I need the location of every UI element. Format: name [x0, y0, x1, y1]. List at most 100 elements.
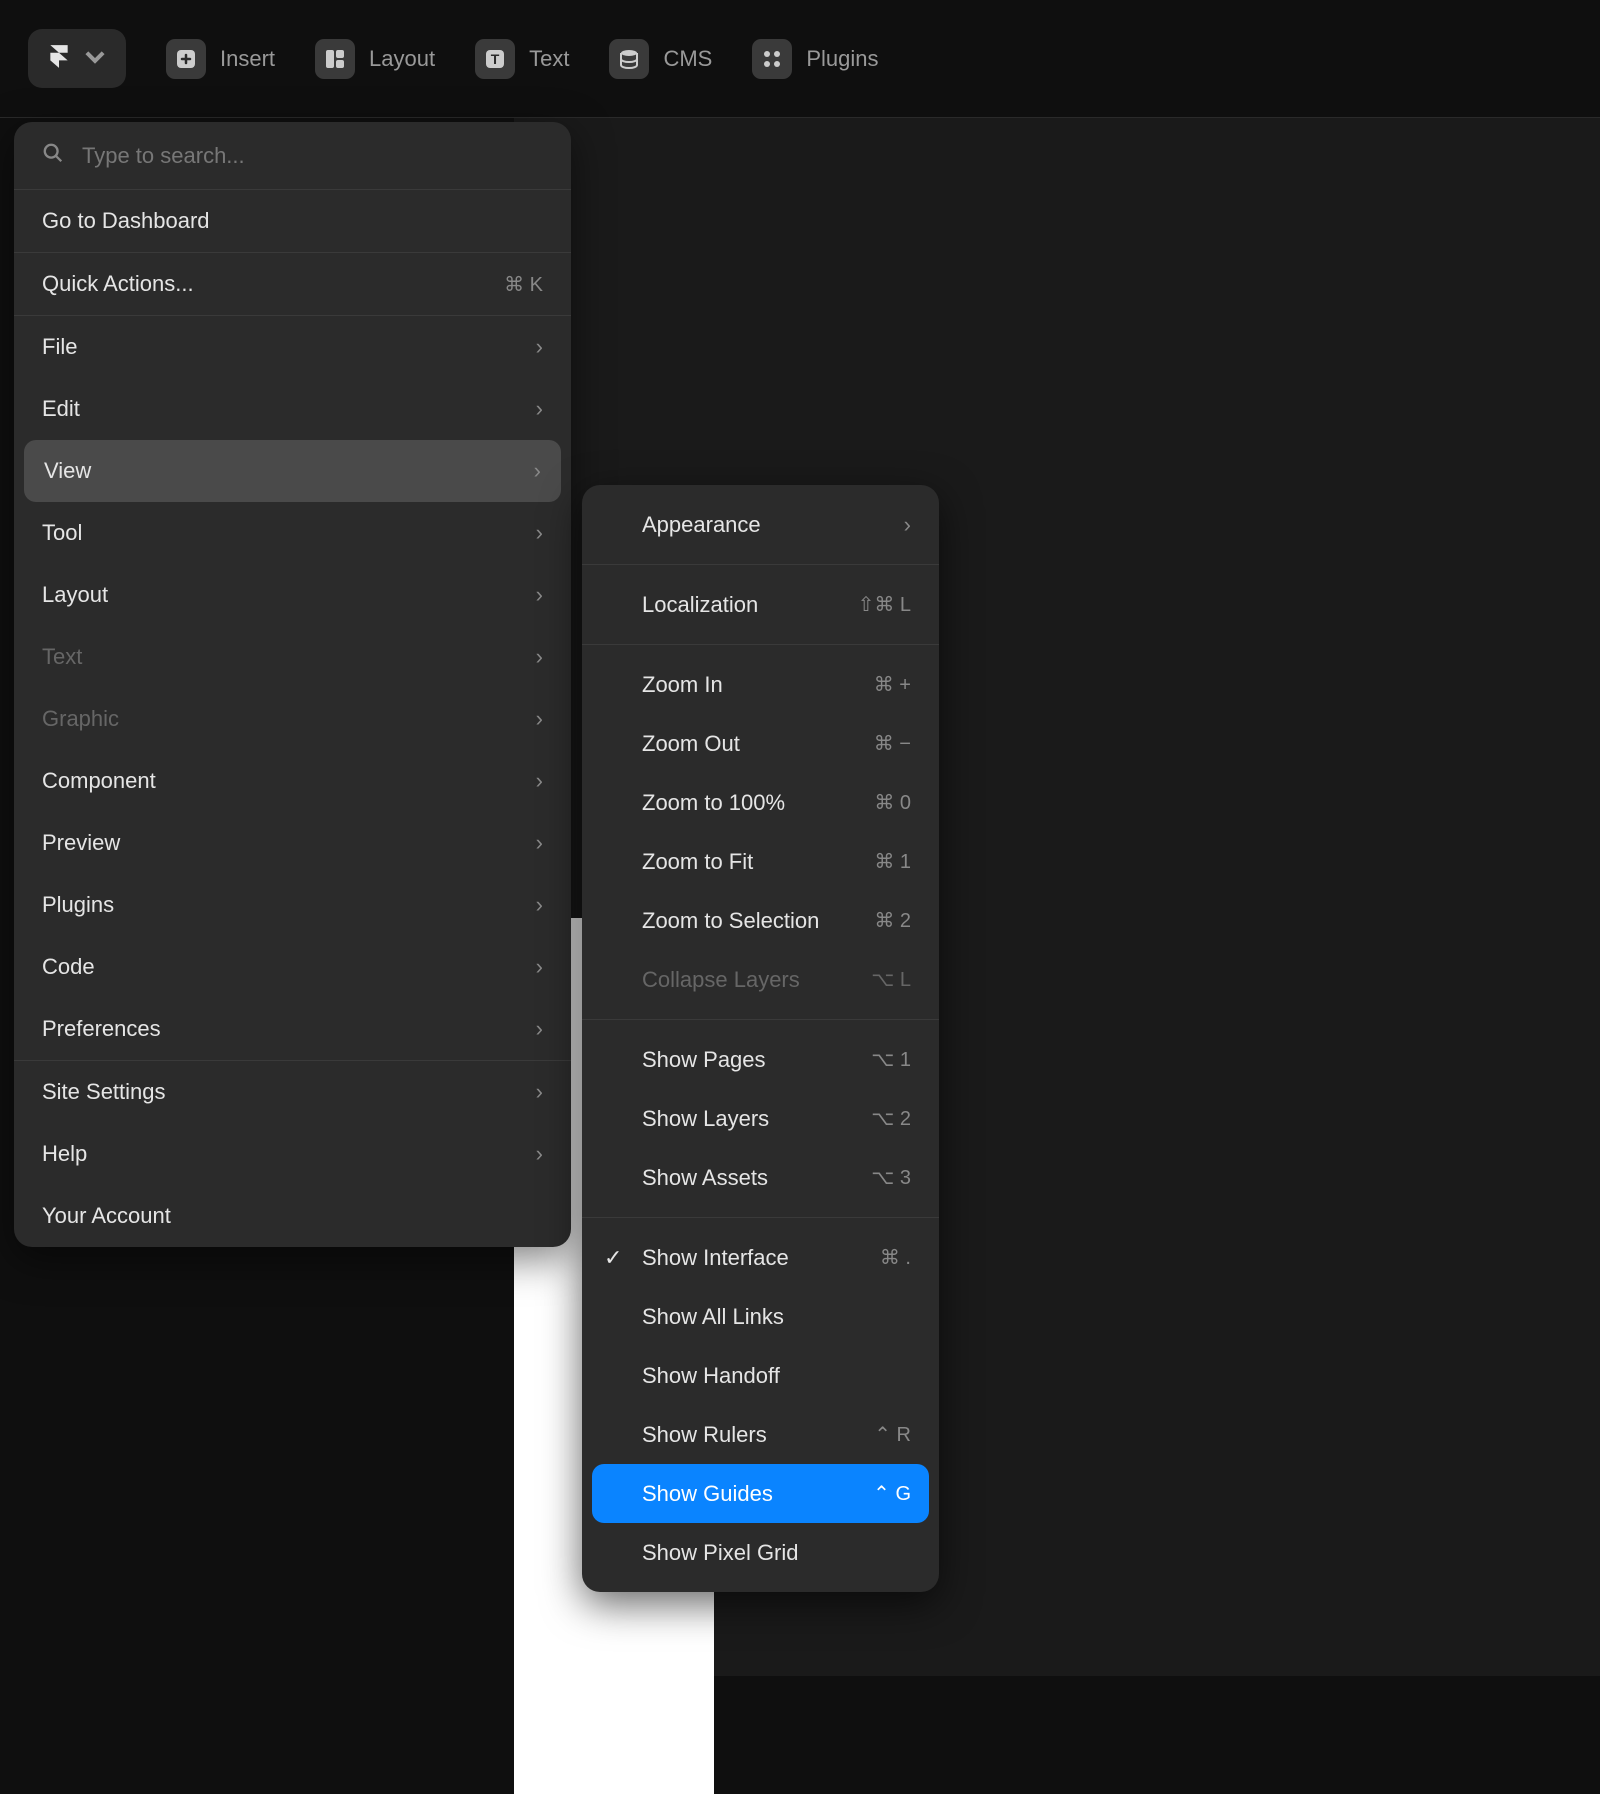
submenu-appearance-label: Appearance	[642, 512, 761, 538]
chevron-right-icon: ›	[536, 396, 543, 422]
submenu-show-assets-label: Show Assets	[642, 1165, 768, 1191]
search-icon	[42, 142, 64, 169]
menu-file[interactable]: File ›	[14, 316, 571, 378]
toolbar-insert[interactable]: Insert	[166, 39, 275, 79]
submenu-zoom-100-label: Zoom to 100%	[642, 790, 785, 816]
chevron-right-icon: ›	[536, 644, 543, 670]
toolbar-plugins[interactable]: Plugins	[752, 39, 878, 79]
submenu-localization[interactable]: Localization ⇧⌘ L	[582, 575, 939, 634]
chevron-right-icon: ›	[536, 1079, 543, 1105]
menu-help-label: Help	[42, 1141, 87, 1167]
submenu-collapse-layers: Collapse Layers ⌥ L	[582, 950, 939, 1009]
menu-plugins[interactable]: Plugins ›	[14, 874, 571, 936]
submenu-zoom-100[interactable]: Zoom to 100% ⌘ 0	[582, 773, 939, 832]
submenu-show-all-links-label: Show All Links	[642, 1304, 784, 1330]
menu-file-label: File	[42, 334, 77, 360]
submenu-show-layers-shortcut: ⌥ 2	[871, 1106, 911, 1131]
menu-site-settings-label: Site Settings	[42, 1079, 166, 1105]
menu-preview-label: Preview	[42, 830, 120, 856]
toolbar-layout[interactable]: Layout	[315, 39, 435, 79]
submenu-zoom-fit-shortcut: ⌘ 1	[874, 849, 911, 874]
menu-search[interactable]	[14, 122, 571, 190]
chevron-right-icon: ›	[534, 458, 541, 484]
menu-quick-actions[interactable]: Quick Actions... ⌘ K	[14, 253, 571, 315]
chevron-right-icon: ›	[536, 830, 543, 856]
submenu-zoom-out-label: Zoom Out	[642, 731, 740, 757]
menu-your-account-label: Your Account	[42, 1203, 171, 1229]
svg-text:T: T	[491, 51, 500, 67]
submenu-show-layers-label: Show Layers	[642, 1106, 769, 1132]
toolbar-cms[interactable]: CMS	[609, 39, 712, 79]
app-menu-button[interactable]	[28, 29, 126, 88]
menu-layout[interactable]: Layout ›	[14, 564, 571, 626]
menu-help[interactable]: Help ›	[14, 1123, 571, 1185]
submenu-zoom-selection-label: Zoom to Selection	[642, 908, 819, 934]
chevron-right-icon: ›	[536, 334, 543, 360]
submenu-zoom-fit[interactable]: Zoom to Fit ⌘ 1	[582, 832, 939, 891]
menu-tool-label: Tool	[42, 520, 82, 546]
toolbar-insert-label: Insert	[220, 46, 275, 72]
submenu-zoom-in-label: Zoom In	[642, 672, 723, 698]
submenu-show-assets-shortcut: ⌥ 3	[871, 1165, 911, 1190]
submenu-zoom-100-shortcut: ⌘ 0	[874, 790, 911, 815]
submenu-show-interface-shortcut: ⌘ .	[880, 1245, 911, 1270]
submenu-show-guides-shortcut: ⌃ G	[873, 1481, 911, 1506]
submenu-zoom-in[interactable]: Zoom In ⌘ +	[582, 655, 939, 714]
menu-graphic: Graphic ›	[14, 688, 571, 750]
search-input[interactable]	[82, 143, 543, 169]
chevron-right-icon: ›	[536, 768, 543, 794]
submenu-show-pixel-grid[interactable]: Show Pixel Grid	[582, 1523, 939, 1582]
menu-edit-label: Edit	[42, 396, 80, 422]
menu-preferences[interactable]: Preferences ›	[14, 998, 571, 1060]
menu-your-account[interactable]: Your Account	[14, 1185, 571, 1247]
menu-text: Text ›	[14, 626, 571, 688]
chevron-down-icon	[82, 43, 108, 74]
menu-tool[interactable]: Tool ›	[14, 502, 571, 564]
chevron-right-icon: ›	[536, 520, 543, 546]
menu-plugins-label: Plugins	[42, 892, 114, 918]
submenu-show-pages[interactable]: Show Pages ⌥ 1	[582, 1030, 939, 1089]
framer-logo-icon	[46, 43, 72, 74]
submenu-zoom-selection[interactable]: Zoom to Selection ⌘ 2	[582, 891, 939, 950]
chevron-right-icon: ›	[536, 892, 543, 918]
submenu-collapse-layers-label: Collapse Layers	[642, 967, 800, 993]
menu-quick-actions-shortcut: ⌘ K	[504, 272, 543, 297]
text-icon: T	[475, 39, 515, 79]
menu-quick-actions-label: Quick Actions...	[42, 271, 194, 297]
toolbar-text[interactable]: T Text	[475, 39, 569, 79]
submenu-show-pages-label: Show Pages	[642, 1047, 766, 1073]
submenu-zoom-selection-shortcut: ⌘ 2	[874, 908, 911, 933]
menu-component-label: Component	[42, 768, 156, 794]
submenu-show-pages-shortcut: ⌥ 1	[871, 1047, 911, 1072]
menu-preferences-label: Preferences	[42, 1016, 161, 1042]
menu-component[interactable]: Component ›	[14, 750, 571, 812]
chevron-right-icon: ›	[904, 512, 911, 538]
menu-code[interactable]: Code ›	[14, 936, 571, 998]
submenu-show-layers[interactable]: Show Layers ⌥ 2	[582, 1089, 939, 1148]
menu-dashboard-label: Go to Dashboard	[42, 208, 210, 234]
menu-view[interactable]: View ›	[24, 440, 561, 502]
submenu-show-rulers-label: Show Rulers	[642, 1422, 767, 1448]
menu-site-settings[interactable]: Site Settings ›	[14, 1061, 571, 1123]
submenu-show-guides[interactable]: Show Guides ⌃ G	[592, 1464, 929, 1523]
menu-edit[interactable]: Edit ›	[14, 378, 571, 440]
submenu-show-assets[interactable]: Show Assets ⌥ 3	[582, 1148, 939, 1207]
submenu-show-guides-label: Show Guides	[642, 1481, 773, 1507]
toolbar-plugins-label: Plugins	[806, 46, 878, 72]
check-icon: ✓	[604, 1245, 622, 1271]
submenu-show-handoff[interactable]: Show Handoff	[582, 1346, 939, 1405]
submenu-show-interface[interactable]: ✓ Show Interface ⌘ .	[582, 1228, 939, 1287]
menu-preview[interactable]: Preview ›	[14, 812, 571, 874]
submenu-appearance[interactable]: Appearance ›	[582, 495, 939, 554]
submenu-localization-shortcut: ⇧⌘ L	[858, 592, 911, 617]
menu-text-label: Text	[42, 644, 82, 670]
menu-code-label: Code	[42, 954, 95, 980]
submenu-show-all-links[interactable]: Show All Links	[582, 1287, 939, 1346]
menu-dashboard[interactable]: Go to Dashboard	[14, 190, 571, 252]
submenu-show-rulers[interactable]: Show Rulers ⌃ R	[582, 1405, 939, 1464]
menu-layout-label: Layout	[42, 582, 108, 608]
submenu-zoom-out[interactable]: Zoom Out ⌘ −	[582, 714, 939, 773]
toolbar-text-label: Text	[529, 46, 569, 72]
insert-icon	[166, 39, 206, 79]
main-menu: Go to Dashboard Quick Actions... ⌘ K Fil…	[14, 122, 571, 1247]
